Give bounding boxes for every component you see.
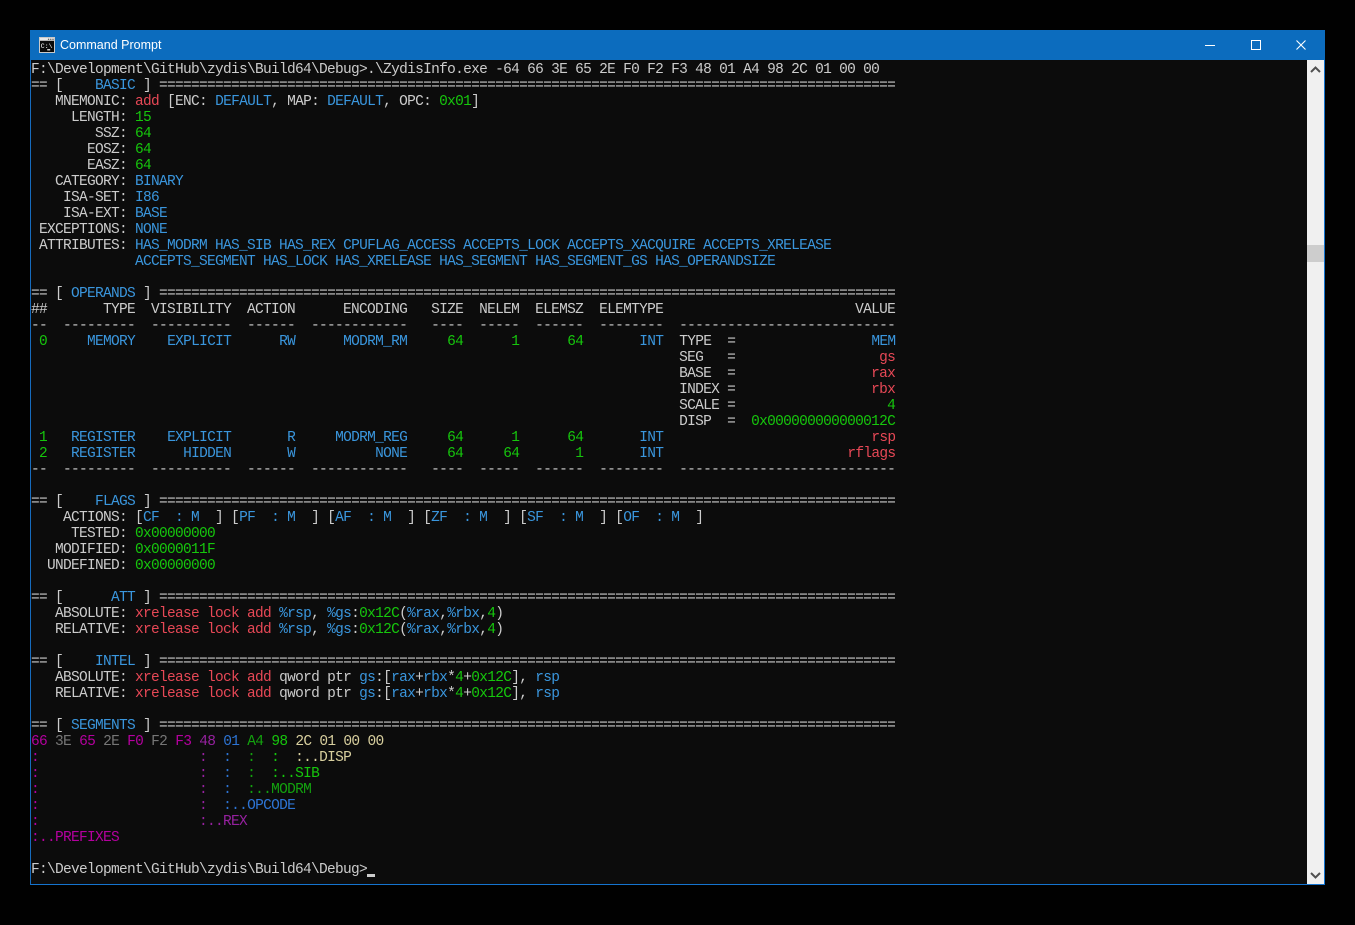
svg-text:C:\: C:\ xyxy=(41,43,53,50)
